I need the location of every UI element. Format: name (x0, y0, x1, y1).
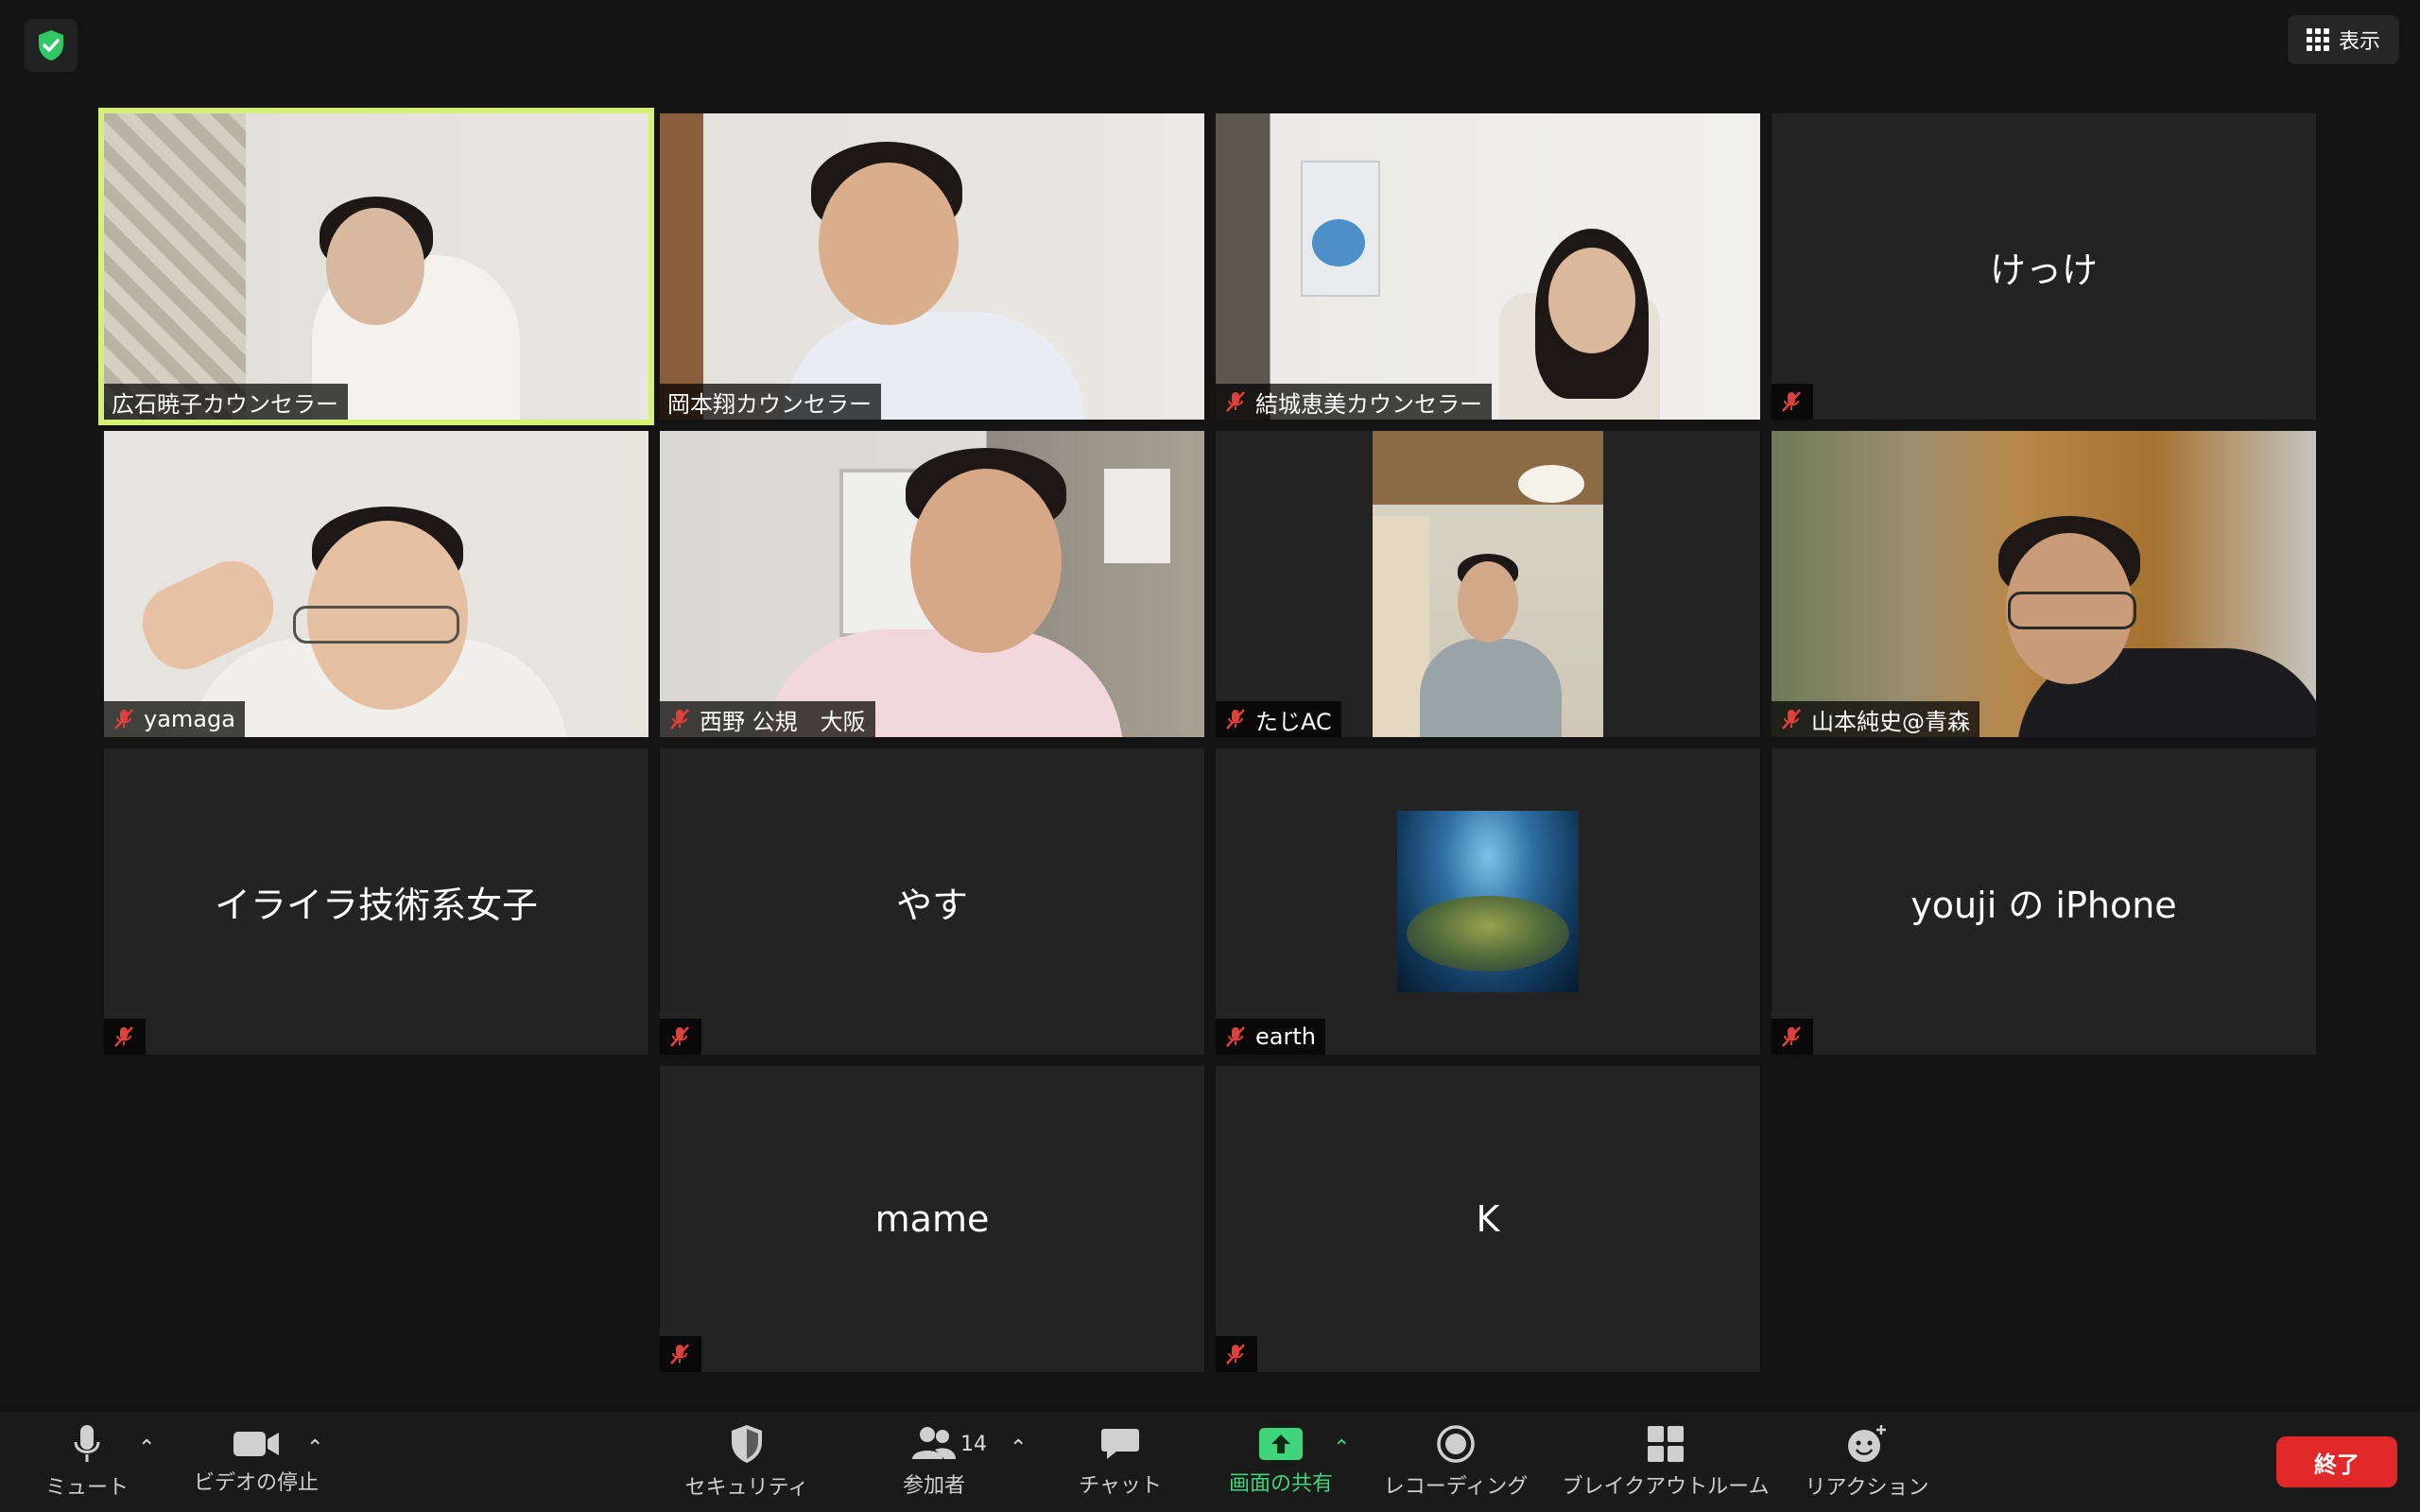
participant-name-label: 西野 公規 大阪 (660, 701, 875, 737)
participants-button[interactable]: 参加者 (877, 1412, 991, 1512)
participant-video (104, 431, 648, 737)
muted-mic-icon (114, 1026, 133, 1047)
participant-mute-label (1216, 1336, 1257, 1372)
view-label: 表示 (2338, 30, 2380, 54)
participant-name-label: earth (1216, 1019, 1325, 1055)
participant-name-label: 結城恵美カウンセラー (1216, 384, 1492, 420)
video-tile[interactable]: yamaga (104, 431, 648, 737)
video-tile[interactable]: たじAC (1216, 431, 1760, 737)
participant-name-label: yamaga (104, 701, 245, 737)
chat-button[interactable]: チャット (1068, 1412, 1172, 1512)
participant-name-label: 岡本翔カウンセラー (660, 384, 881, 420)
share-options-caret[interactable]: ⌃ (1333, 1436, 1350, 1460)
video-tile[interactable]: 広石暁子カウンセラー (98, 108, 654, 425)
muted-mic-icon (670, 709, 689, 730)
muted-mic-icon (114, 709, 133, 730)
participant-name: やす (895, 884, 968, 926)
participant-name-label: 広石暁子カウンセラー (104, 384, 348, 420)
end-meeting-button[interactable]: 終了 (2276, 1436, 2397, 1487)
participants-options-caret[interactable]: ⌃ (1010, 1436, 1027, 1460)
participant-video (1216, 431, 1760, 737)
participant-name-label: たじAC (1216, 701, 1341, 737)
muted-mic-icon (1226, 1344, 1245, 1365)
muted-mic-icon (1226, 709, 1245, 730)
mute-button[interactable]: ミュート (38, 1412, 136, 1512)
meeting-toolbar: ミュート ⌃ ビデオの停止 ⌃ セキュリティ 参加者 14 ⌃ チャット 画面の… (0, 1412, 2420, 1512)
video-options-caret[interactable]: ⌃ (306, 1436, 323, 1460)
muted-mic-icon (1782, 1026, 1801, 1047)
record-icon (1437, 1425, 1475, 1463)
muted-mic-icon (670, 1344, 689, 1365)
participant-video (1216, 113, 1760, 420)
participant-mute-label (660, 1019, 701, 1055)
participant-mute-label (104, 1019, 146, 1055)
security-shield-icon[interactable] (25, 19, 78, 72)
video-tile[interactable]: K (1216, 1066, 1760, 1372)
share-screen-button[interactable]: 画面の共有 (1219, 1412, 1342, 1512)
video-camera-icon (233, 1432, 279, 1456)
muted-mic-icon (670, 1026, 689, 1047)
share-screen-icon (1259, 1428, 1303, 1460)
video-tile[interactable]: 結城恵美カウンセラー (1216, 113, 1760, 420)
view-button[interactable]: 表示 (2288, 15, 2399, 64)
muted-mic-icon (1782, 391, 1801, 412)
video-tile[interactable]: 岡本翔カウンセラー (660, 113, 1204, 420)
shield-check-icon (39, 30, 63, 60)
participant-mute-label (1772, 1019, 1813, 1055)
participants-icon (912, 1427, 956, 1459)
recording-button[interactable]: レコーディング (1380, 1412, 1531, 1512)
video-tile[interactable]: やす (660, 748, 1204, 1055)
stop-video-button[interactable]: ビデオの停止 (185, 1412, 327, 1512)
video-tile[interactable]: けっけ (1772, 113, 2316, 420)
participant-video (660, 431, 1204, 737)
participant-name: K (1476, 1198, 1500, 1240)
video-tile[interactable]: earth (1216, 748, 1760, 1055)
reaction-smiley-icon (1848, 1425, 1886, 1462)
mute-options-caret[interactable]: ⌃ (138, 1436, 155, 1460)
chat-bubble-icon (1101, 1429, 1139, 1459)
video-tile[interactable]: youji の iPhone (1772, 748, 2316, 1055)
participant-name: mame (874, 1198, 990, 1240)
video-tile[interactable]: 西野 公規 大阪 (660, 431, 1204, 737)
participant-name: けっけ (1989, 249, 2098, 291)
muted-mic-icon (1782, 709, 1801, 730)
participant-mute-label (660, 1336, 701, 1372)
breakout-rooms-icon (1648, 1426, 1684, 1462)
breakout-rooms-button[interactable]: ブレイクアウトルーム (1560, 1412, 1772, 1512)
security-button[interactable]: セキュリティ (681, 1412, 813, 1512)
participant-name: youji の iPhone (1910, 884, 2177, 926)
participant-mute-label (1772, 384, 1813, 420)
participant-video (1772, 431, 2316, 737)
participant-name-label: 山本純史@青森 (1772, 701, 1979, 737)
reactions-button[interactable]: リアクション (1796, 1412, 1938, 1512)
video-tile[interactable]: mame (660, 1066, 1204, 1372)
video-tile[interactable]: イライラ技術系女子 (104, 748, 648, 1055)
participant-video (660, 113, 1204, 420)
participant-count: 14 (960, 1433, 987, 1456)
profile-picture (1397, 811, 1579, 992)
grid-view-icon (2306, 28, 2329, 51)
participant-video (104, 113, 648, 420)
participant-name: イライラ技術系女子 (214, 884, 538, 926)
muted-mic-icon (1226, 1026, 1245, 1047)
video-tile[interactable]: 山本純史@青森 (1772, 431, 2316, 737)
muted-mic-icon (1226, 391, 1245, 412)
security-shield-icon (732, 1425, 762, 1463)
microphone-icon (74, 1425, 100, 1462)
